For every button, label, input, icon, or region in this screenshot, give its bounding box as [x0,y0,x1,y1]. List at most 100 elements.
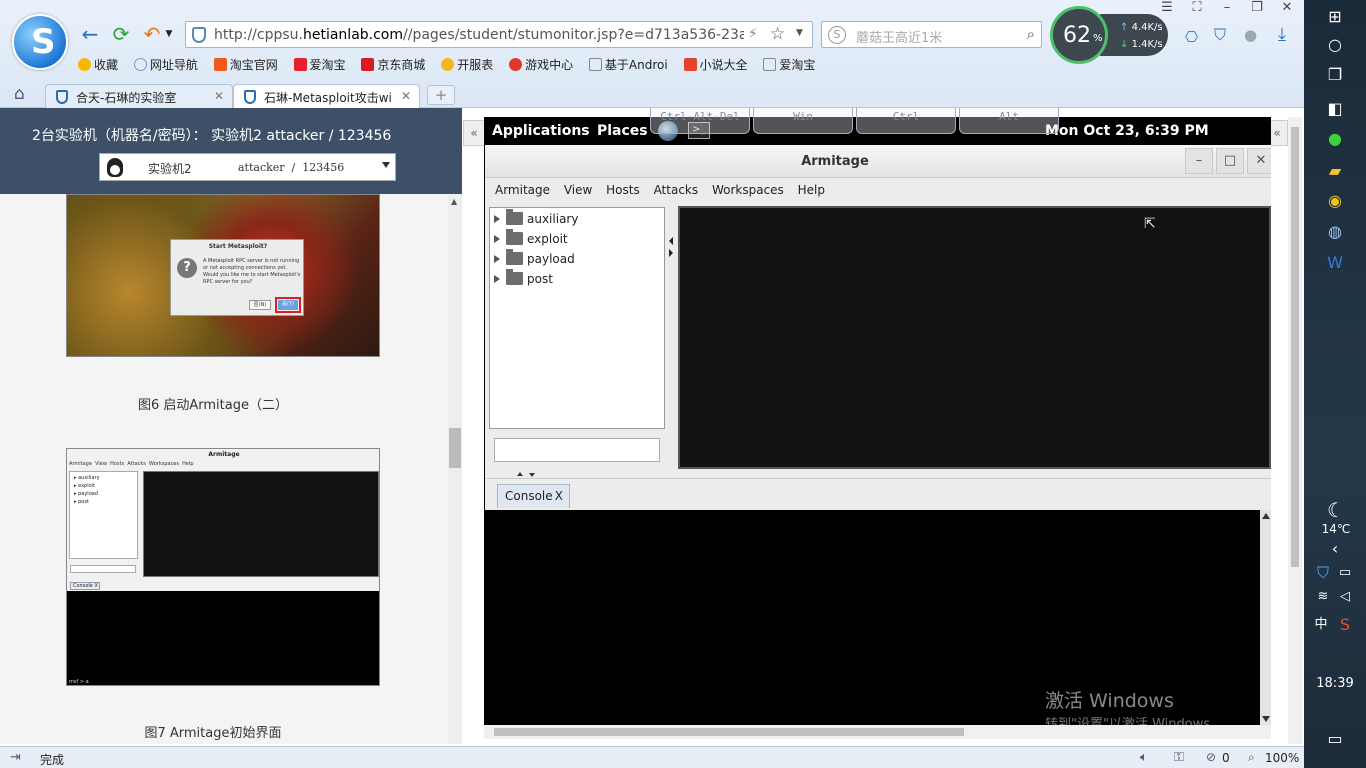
ctrl-alt-del-key[interactable]: Ctrl-Alt-Del [650,108,750,134]
sidebar-toggle-icon[interactable]: ⇥ [10,750,21,765]
collapse-arrow-icon[interactable] [669,237,673,245]
screenshot-icon[interactable]: ⎔ [1185,28,1198,46]
horizontal-splitter[interactable] [485,471,1271,479]
menu-help[interactable]: Help [798,183,825,197]
expand-arrow-icon[interactable] [669,249,673,257]
volume-icon[interactable]: ◁ [1334,586,1356,608]
close-icon[interactable]: X [555,489,563,503]
url-dropdown-icon[interactable]: ▼ [796,28,803,38]
menu-armitage[interactable]: Armitage [495,183,550,197]
minimize-button[interactable]: – [1185,148,1213,174]
expand-arrow-icon[interactable] [494,235,500,243]
zoom-icon[interactable]: ⌕ [1248,750,1255,765]
console-scrollbar[interactable] [1260,510,1271,725]
volume-icon[interactable]: 🔈︎ [1140,750,1148,765]
search-engine-icon[interactable]: S [828,26,846,44]
expand-arrow-icon[interactable] [494,275,500,283]
browser-logo[interactable]: S [12,14,68,70]
security-shield-icon[interactable]: ⛉ [1312,562,1334,584]
ime-mode[interactable]: 中 [1310,614,1332,636]
expand-arrow-icon[interactable] [494,215,500,223]
network-speed-widget[interactable]: ↑ 4.4K/s ↓ 1.4K/s 62 % [1050,6,1168,64]
expand-arrow-icon[interactable] [494,255,500,263]
bookmark-novels[interactable]: 小说大全 [683,56,748,73]
menu-attacks[interactable]: Attacks [654,183,699,197]
scroll-thumb[interactable] [449,428,461,468]
windows-start-icon[interactable]: ⊞ [1324,6,1346,28]
menu-view[interactable]: View [564,183,592,197]
new-tab-button[interactable]: + [427,85,455,105]
lock-icon[interactable]: ⚿ [1174,750,1184,765]
menu-workspaces[interactable]: Workspaces [712,183,784,197]
close-icon[interactable]: ✕ [401,89,411,103]
alt-key[interactable]: Alt [959,108,1059,134]
home-icon[interactable]: ⌂ [14,84,25,104]
bookmark-kaifu[interactable]: 开服表 [441,56,493,73]
search-icon[interactable]: ○ [1324,34,1346,56]
weather-widget[interactable]: ☾ 14℃ [1316,498,1356,536]
bookmark-taobao[interactable]: 淘宝官网 [213,56,278,73]
gnome-clock[interactable]: Mon Oct 23, 6:39 PM [1045,123,1209,139]
close-button[interactable]: ✕ [1247,148,1271,174]
chrome-icon[interactable]: ◉ [1324,190,1346,212]
adblock-icon[interactable]: ⊘ [1206,750,1216,764]
applications-menu[interactable]: Applications [492,123,590,139]
ctrl-key[interactable]: Ctrl [856,108,956,134]
tab-metasploit[interactable]: 石琳-Metasploit攻击wi ✕ [233,84,420,108]
remote-desktop[interactable]: Applications Places >_ Mon Oct 23, 6:39 … [484,117,1271,725]
folder-icon[interactable]: ▰ [1324,160,1346,182]
wechat-icon[interactable]: ● [1324,128,1346,150]
menu-hosts[interactable]: Hosts [606,183,640,197]
collapse-down-icon[interactable] [529,473,535,477]
places-menu[interactable]: Places [597,123,648,139]
scroll-thumb[interactable] [1291,127,1299,567]
collapse-left-button[interactable]: « [463,120,485,146]
bookmark-android[interactable]: 基于Androi [588,56,668,73]
wifi-icon[interactable]: ≋ [1312,586,1334,608]
targets-area[interactable]: ⇱ [678,206,1271,469]
address-bar[interactable]: http://cppsu.hetianlab.com//pages/studen… [185,21,813,48]
tab-console[interactable]: Console X [497,484,570,508]
bookmark-favorites[interactable]: 收藏 [78,56,118,73]
remote-vertical-scrollbar[interactable] [1288,117,1302,744]
win-key[interactable]: Win [753,108,853,134]
store-icon[interactable]: ◧ [1324,98,1346,120]
menu-icon[interactable]: ☰ [1152,0,1182,18]
bookmark-games[interactable]: 游戏中心 [509,56,573,73]
vertical-splitter[interactable] [667,207,677,469]
scroll-up-icon[interactable]: ▲ [451,197,457,206]
minimize-button[interactable]: – [1212,0,1242,18]
word-icon[interactable]: W [1324,252,1346,274]
search-box[interactable]: S 蘑菇王高近1米 ⌕ [821,21,1042,48]
close-icon[interactable]: ✕ [214,89,224,103]
task-view-icon[interactable]: ❐ [1324,64,1346,86]
collapse-up-icon[interactable] [517,472,523,476]
restore-button[interactable]: ❐ [1242,0,1272,18]
browser-app-icon[interactable]: ◍ [1324,221,1346,243]
close-button[interactable]: ✕ [1272,0,1302,18]
bookmark-jd[interactable]: 京东商城 [361,56,425,73]
guide-scrollbar[interactable]: ▲ [448,194,462,744]
bookmark-aitaobao[interactable]: 爱淘宝 [293,56,346,73]
search-icon[interactable]: ⌕ [1027,25,1035,43]
remote-horizontal-scrollbar[interactable] [484,725,1271,739]
chevron-left-icon[interactable]: ‹ [1324,538,1346,560]
tab-lab[interactable]: 合天-石琳的实验室 ✕ [45,84,233,108]
tree-item-post[interactable]: post [494,269,553,292]
url-text[interactable]: http://cppsu.hetianlab.com//pages/studen… [214,27,744,43]
security-shield-icon[interactable]: ⛉ [1214,25,1226,45]
download-icon[interactable]: ⤓ [1278,24,1286,45]
back-arrow-icon[interactable]: ← [78,22,102,46]
taskbar-clock[interactable]: 18:39 [1304,676,1366,691]
bookmark-aitaobao-2[interactable]: 爱淘宝 [763,56,815,73]
scroll-thumb[interactable] [494,728,964,736]
bookmark-nav[interactable]: 网址导航 [133,56,198,73]
lightning-icon[interactable]: ⚡ [748,26,758,42]
battery-icon[interactable]: ▭ [1334,562,1356,584]
refresh-icon[interactable]: ⟳ [109,22,133,46]
machine-select[interactable]: 实验机2 attacker / 123456 [99,153,396,181]
notification-icon[interactable]: ▭ [1324,728,1346,750]
extension-icon[interactable]: ● [1244,26,1257,44]
scroll-up-icon[interactable] [1262,513,1270,519]
skin-icon[interactable]: ⛶ [1182,0,1212,18]
